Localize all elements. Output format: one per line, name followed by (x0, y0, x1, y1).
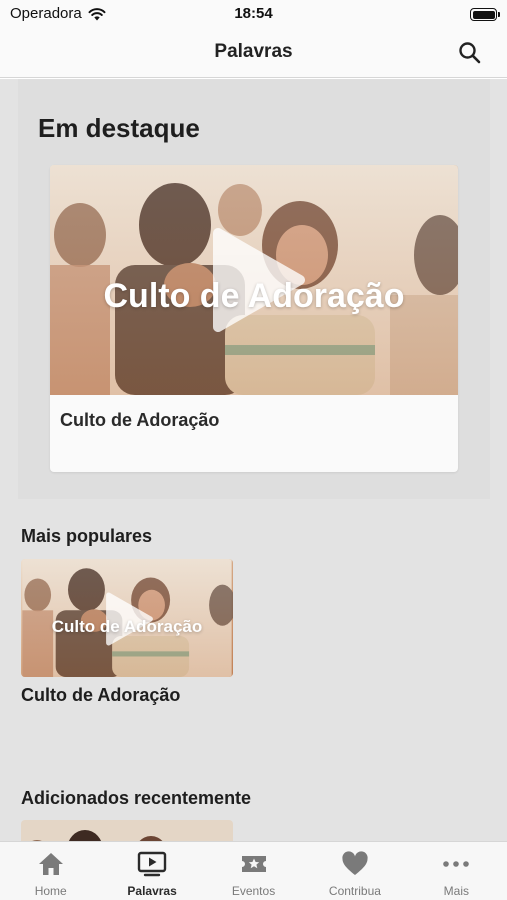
featured-thumbnail-title: Culto de Adoração (103, 277, 405, 315)
page-title: Palavras (214, 41, 293, 62)
tab-label-home: Home (34, 884, 67, 898)
search-button[interactable] (457, 40, 483, 66)
tab-mais[interactable]: Mais (406, 842, 507, 900)
navigation-bar: Palavras (0, 30, 507, 78)
recent-media-card[interactable] (21, 820, 233, 841)
status-time: 18:54 (234, 5, 273, 22)
battery-icon (470, 8, 500, 21)
featured-thumbnail[interactable]: Culto de Adoração (50, 165, 458, 395)
tab-label-eventos: Eventos (231, 884, 276, 898)
tab-bar: Home Palavras Eventos Contribua Mais (0, 841, 507, 900)
tab-home[interactable]: Home (0, 842, 101, 900)
more-dots-icon (443, 861, 470, 867)
popular-thumbnail-title: Culto de Adoração (51, 617, 203, 636)
popular-media-card[interactable]: Culto de Adoração (21, 559, 233, 677)
ticket-star-icon (241, 856, 266, 872)
status-bar: Operadora 18:54 (0, 0, 507, 30)
tab-label-contribua: Contribua (328, 884, 381, 898)
recent-section-title: Adicionados recentemente (21, 788, 252, 808)
home-icon (38, 853, 63, 875)
featured-card-label[interactable]: Culto de Adoração (60, 410, 219, 431)
popular-thumbnail[interactable]: Culto de Adoração (21, 559, 233, 677)
tab-eventos[interactable]: Eventos (203, 842, 304, 900)
recent-thumbnail (21, 820, 233, 841)
featured-media-card[interactable]: Culto de Adoração Culto de Adoração (50, 165, 458, 472)
tab-label-mais: Mais (443, 884, 469, 898)
heart-icon (342, 851, 368, 875)
featured-section-title: Em destaque (38, 113, 200, 143)
tab-contribua[interactable]: Contribua (304, 842, 405, 900)
tab-label-palavras: Palavras (127, 884, 177, 898)
content-scroll-area[interactable]: Em destaque Culto de Adoração Culto de A… (0, 79, 507, 841)
popular-card-label[interactable]: Culto de Adoração (21, 685, 180, 706)
popular-section-title: Mais populares (21, 526, 153, 546)
tab-palavras[interactable]: Palavras (101, 842, 202, 900)
search-icon (459, 42, 481, 64)
video-play-icon (137, 851, 167, 877)
